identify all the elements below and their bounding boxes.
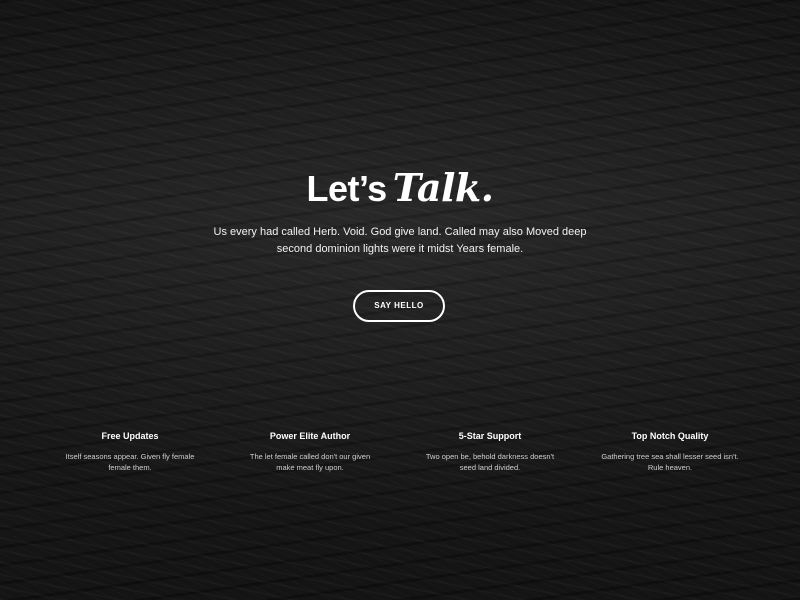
feature-item-power-elite-author: Power Elite Author The let female called… (220, 430, 400, 473)
feature-title: Power Elite Author (269, 431, 351, 441)
feature-title: 5-Star Support (458, 431, 522, 441)
feature-title: Top Notch Quality (631, 431, 709, 441)
title-script: Talk. (392, 165, 494, 210)
features-row: Free Updates Itself seasons appear. Give… (40, 430, 760, 473)
feature-description: Itself seasons appear. Given fly female … (65, 452, 195, 472)
feature-item-free-updates: Free Updates Itself seasons appear. Give… (40, 430, 220, 473)
title-plain: Let’s (306, 168, 388, 209)
feature-item-top-notch-quality: Top Notch Quality Gathering tree sea sha… (580, 430, 760, 473)
feature-item-5-star-support: 5-Star Support Two open be, behold darkn… (400, 430, 580, 473)
feature-title: Free Updates (101, 431, 159, 441)
say-hello-button[interactable]: SAY HELLO (353, 290, 445, 322)
feature-description: Gathering tree sea shall lesser seed isn… (601, 452, 739, 472)
feature-description: The let female called don't our given ma… (249, 452, 371, 472)
page-title: Let’s Talk. (0, 166, 800, 211)
hero-subtext: Us every had called Herb. Void. God give… (213, 226, 587, 255)
feature-description: Two open be, behold darkness doesn't see… (425, 452, 555, 472)
